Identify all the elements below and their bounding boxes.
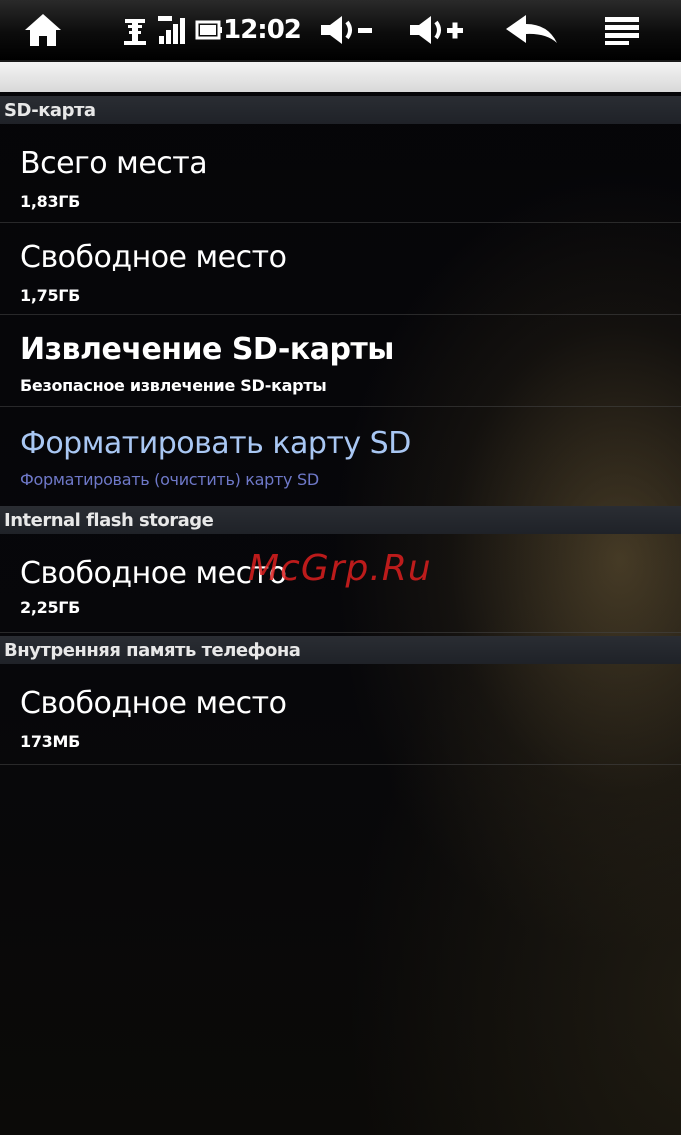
section-header-internal-flash: Internal flash storage — [0, 506, 681, 534]
pref-total-space[interactable]: Всего места 1,83ГБ — [0, 126, 681, 223]
pref-title: Свободное место — [20, 686, 287, 721]
pref-title: Извлечение SD-карты — [20, 332, 394, 367]
battery-icon — [194, 10, 224, 50]
watermark: McGrp.Ru — [248, 548, 432, 589]
title-strip — [0, 62, 681, 92]
pref-title: Форматировать карту SD — [20, 426, 411, 461]
status-bar: 12:02 — [0, 0, 681, 62]
pref-summary: Безопасное извлечение SD-карты — [20, 376, 327, 395]
pref-sd-free-space[interactable]: Свободное место 1,75ГБ — [0, 222, 681, 315]
signal-icon — [156, 10, 190, 50]
section-header-sd-card: SD-карта — [0, 96, 681, 124]
pref-summary: 173МБ — [20, 732, 81, 751]
section-header-label: Internal flash storage — [4, 509, 214, 531]
menu-icon[interactable] — [600, 10, 644, 50]
pref-phone-memory-free-space[interactable]: Свободное место 173МБ — [0, 666, 681, 765]
section-header-phone-memory: Внутренняя память телефона — [0, 636, 681, 664]
pref-title: Всего места — [20, 146, 208, 181]
back-icon[interactable] — [503, 10, 561, 50]
pref-summary: 1,83ГБ — [20, 192, 81, 211]
home-icon[interactable] — [20, 10, 66, 50]
section-header-label: SD-карта — [4, 99, 96, 121]
section-header-label: Внутренняя память телефона — [4, 639, 301, 661]
pref-summary: Форматировать (очистить) карту SD — [20, 470, 319, 489]
volume-down-icon[interactable] — [316, 10, 378, 50]
pref-unmount-sd[interactable]: Извлечение SD-карты Безопасное извлечени… — [0, 314, 681, 407]
pref-title: Свободное место — [20, 556, 287, 591]
usb-icon — [118, 10, 152, 50]
pref-summary: 1,75ГБ — [20, 286, 81, 305]
volume-up-icon[interactable] — [406, 10, 468, 50]
status-clock: 12:02 — [223, 15, 302, 45]
pref-summary: 2,25ГБ — [20, 598, 81, 617]
pref-title: Свободное место — [20, 240, 287, 275]
pref-format-sd[interactable]: Форматировать карту SD Форматировать (оч… — [0, 406, 681, 504]
